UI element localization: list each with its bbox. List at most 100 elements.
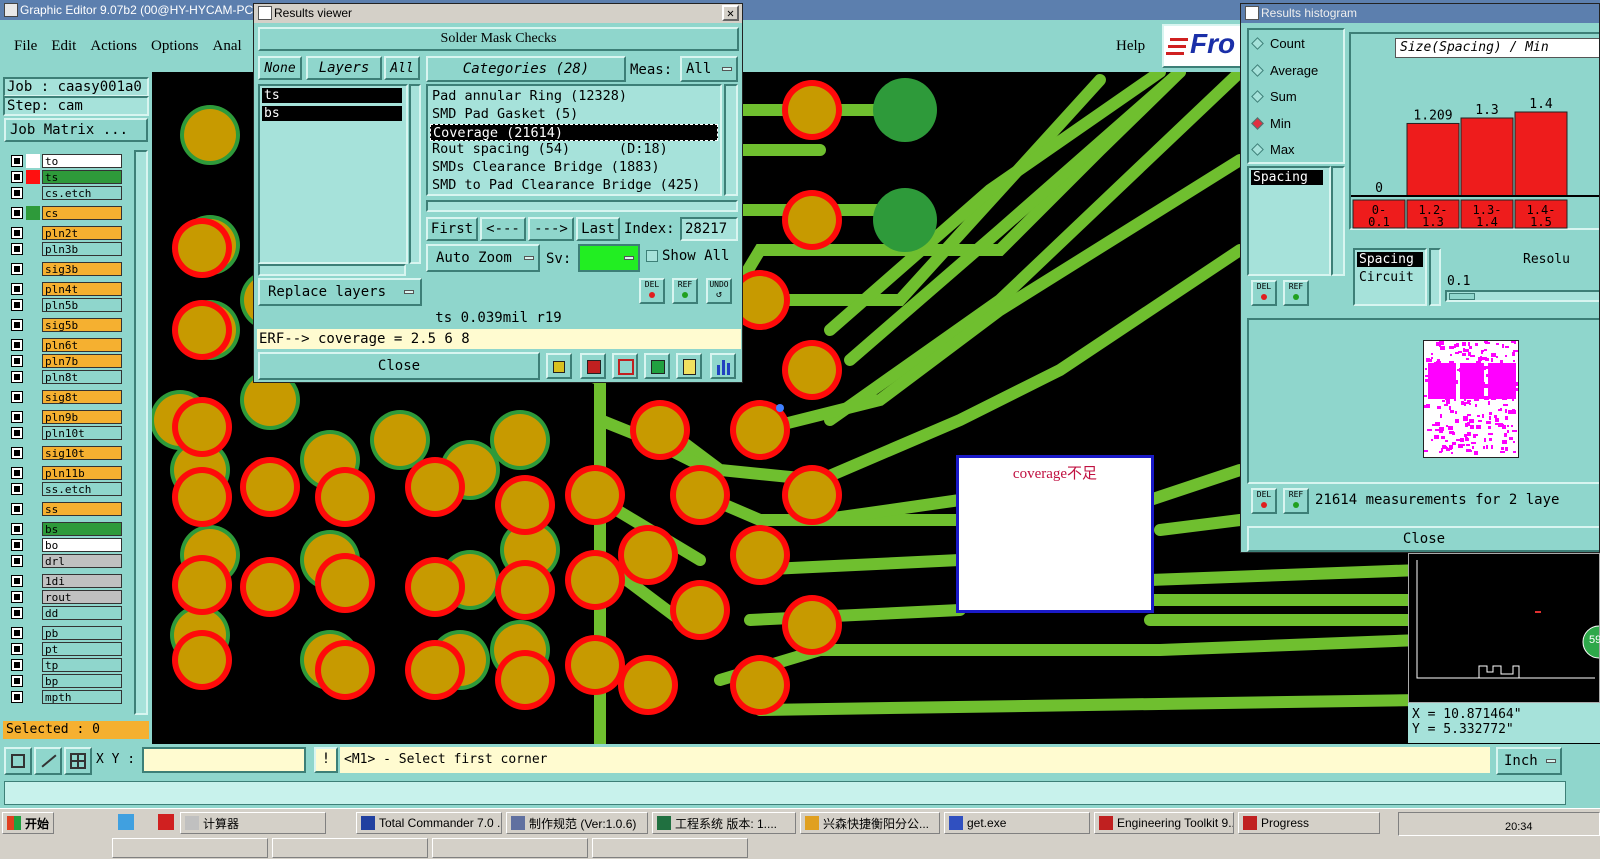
layer-name[interactable]: ss.etch xyxy=(42,482,122,496)
quicklaunch-icon[interactable] xyxy=(118,814,134,830)
auto-zoom-dropdown[interactable]: Auto Zoom xyxy=(426,244,540,272)
layer-item-ts[interactable]: ts xyxy=(262,88,402,103)
layer-row-pln8t[interactable]: pln8t xyxy=(8,370,126,384)
grid-icon[interactable] xyxy=(64,747,92,775)
all-button[interactable]: All xyxy=(384,56,420,80)
layer-name[interactable]: pln6t xyxy=(42,338,122,352)
stat-option-average[interactable]: Average xyxy=(1251,63,1318,78)
histogram-list-vscroll[interactable] xyxy=(1331,166,1345,276)
histogram-ref-button[interactable]: REF xyxy=(1283,280,1309,306)
layer-checkbox[interactable] xyxy=(11,503,23,515)
layer-row-to[interactable]: to xyxy=(8,154,126,168)
layer-checkbox[interactable] xyxy=(11,467,23,479)
histogram-bar[interactable] xyxy=(1460,117,1514,197)
category-item[interactable]: SMDs Clearance Bridge (1883) xyxy=(432,159,660,176)
layer-name[interactable]: bo xyxy=(42,538,122,552)
layer-checkbox[interactable] xyxy=(11,523,23,535)
layer-name[interactable]: cs.etch xyxy=(42,186,122,200)
category-item-selected[interactable]: Coverage (21614) xyxy=(430,124,718,141)
layer-name[interactable]: pln5b xyxy=(42,298,122,312)
layer-row-pln7b[interactable]: pln7b xyxy=(8,354,126,368)
category-item[interactable]: Pad annular Ring (12328) xyxy=(432,88,627,105)
menu-edit[interactable]: Edit xyxy=(51,38,76,55)
layer-checkbox[interactable] xyxy=(11,607,23,619)
layer-name[interactable]: rout xyxy=(42,590,122,604)
taskbar-item[interactable]: 制作规范 (Ver:1.0.6) xyxy=(506,812,648,834)
layer-row-sig5b[interactable]: sig5b xyxy=(8,318,126,332)
layer-checkbox[interactable] xyxy=(11,447,23,459)
layer-name[interactable]: 1di xyxy=(42,574,122,588)
zoom-area-icon[interactable] xyxy=(4,747,32,775)
xy-input[interactable] xyxy=(142,747,306,773)
layer-name[interactable]: pln2t xyxy=(42,226,122,240)
layer-checkbox[interactable] xyxy=(11,319,23,331)
layer-row-pln2t[interactable]: pln2t xyxy=(8,226,126,240)
layer-checkbox[interactable] xyxy=(11,207,23,219)
sv-color-dropdown[interactable] xyxy=(578,244,640,272)
layer-name[interactable]: pln7b xyxy=(42,354,122,368)
layer-checkbox[interactable] xyxy=(11,591,23,603)
spacing-circuit-list[interactable]: Spacing Circuit xyxy=(1353,248,1427,306)
layer-row-bs[interactable]: bs xyxy=(8,522,126,536)
layer-name[interactable]: cs xyxy=(42,206,122,220)
layer-name[interactable]: ss xyxy=(42,502,122,516)
layer-row-cs-etch[interactable]: cs.etch xyxy=(8,186,126,200)
taskbar-item[interactable]: 计算器 xyxy=(180,812,326,834)
results-close-button[interactable]: Close xyxy=(258,352,540,380)
filter-off-icon[interactable] xyxy=(612,353,638,379)
ref-button[interactable]: REF xyxy=(672,278,698,304)
layer-name[interactable]: pln8t xyxy=(42,370,122,384)
layer-row-bo[interactable]: bo xyxy=(8,538,126,552)
layer-name[interactable]: pt xyxy=(42,642,122,656)
taskbar-item[interactable]: get.exe xyxy=(944,812,1090,834)
categories-listbox[interactable]: Pad annular Ring (12328) SMD Pad Gasket … xyxy=(426,84,722,196)
layer-checkbox[interactable] xyxy=(11,659,23,671)
layer-row-pln4t[interactable]: pln4t xyxy=(8,282,126,296)
layer-checkbox[interactable] xyxy=(11,643,23,655)
layer-list[interactable]: to ts cs.etch cs pln2t pln3b sig3b pln4t pln5b si… xyxy=(2,150,134,715)
category-item[interactable]: Rout spacing (54) (D:18) xyxy=(432,141,668,158)
layer-name[interactable]: sig3b xyxy=(42,262,122,276)
histogram-close-button[interactable]: Close xyxy=(1247,526,1599,552)
spacing-list-vscroll[interactable] xyxy=(1429,248,1441,306)
layer-row-pln6t[interactable]: pln6t xyxy=(8,338,126,352)
layer-row-drl[interactable]: drl xyxy=(8,554,126,568)
layer-row-1di[interactable]: 1di xyxy=(8,574,126,588)
last-button[interactable]: Last xyxy=(576,217,620,241)
layer-row-cs[interactable]: cs xyxy=(8,206,126,220)
taskbar-item[interactable]: Total Commander 7.0 ... xyxy=(356,812,502,834)
histogram-del-button[interactable]: DEL xyxy=(1251,280,1277,306)
layer-row-sig3b[interactable]: sig3b xyxy=(8,262,126,276)
export-icon[interactable] xyxy=(580,353,606,379)
layers-hscroll[interactable] xyxy=(258,264,406,276)
menu-file[interactable]: File xyxy=(14,38,37,55)
categories-vscroll[interactable] xyxy=(724,84,738,196)
layer-checkbox[interactable] xyxy=(11,355,23,367)
histogram-listbox[interactable]: Spacing xyxy=(1247,166,1331,276)
layer-checkbox[interactable] xyxy=(11,283,23,295)
layer-row-pln11b[interactable]: pln11b xyxy=(8,466,126,480)
layer-checkbox[interactable] xyxy=(11,243,23,255)
taskbar-item[interactable]: Engineering Toolkit 9.... xyxy=(1094,812,1234,834)
list-item-circuit[interactable]: Circuit xyxy=(1359,270,1414,285)
report-icon[interactable] xyxy=(676,353,702,379)
layer-checkbox[interactable] xyxy=(11,483,23,495)
layer-checkbox[interactable] xyxy=(11,227,23,239)
menu-options[interactable]: Options xyxy=(151,38,199,55)
layer-checkbox[interactable] xyxy=(11,555,23,567)
layer-row-pln3b[interactable]: pln3b xyxy=(8,242,126,256)
layer-name[interactable]: pln3b xyxy=(42,242,122,256)
list-item-spacing[interactable]: Spacing xyxy=(1251,170,1323,185)
layer-checkbox[interactable] xyxy=(11,575,23,587)
layer-checkbox[interactable] xyxy=(11,427,23,439)
histogram-icon[interactable] xyxy=(710,353,736,379)
prev-button[interactable]: <--- xyxy=(480,217,526,241)
layer-row-rout[interactable]: rout xyxy=(8,590,126,604)
stat-option-sum[interactable]: Sum xyxy=(1251,89,1297,104)
histogram-bar[interactable] xyxy=(1406,122,1460,197)
resolution-slider[interactable] xyxy=(1445,290,1599,302)
layer-name[interactable]: sig5b xyxy=(42,318,122,332)
list-item-spacing[interactable]: Spacing xyxy=(1357,252,1423,267)
layer-row-pt[interactable]: pt xyxy=(8,642,126,656)
layer-row-bp[interactable]: bp xyxy=(8,674,126,688)
